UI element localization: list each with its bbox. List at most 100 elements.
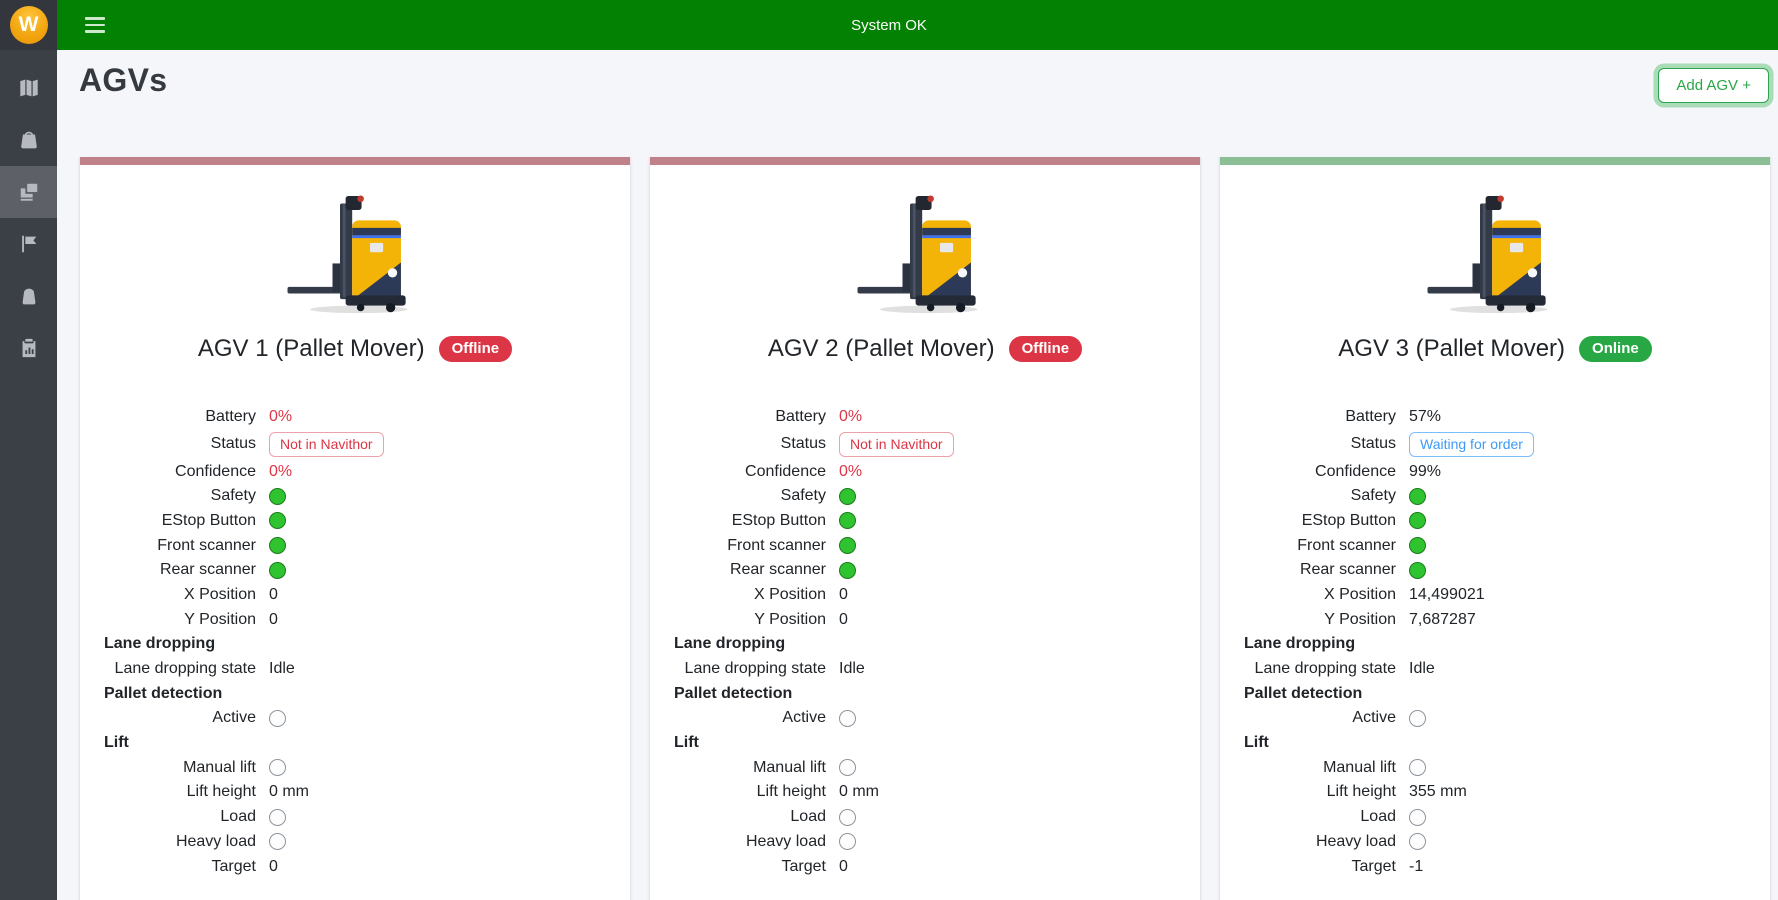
row-label: Load bbox=[1244, 808, 1396, 826]
detail-row: Safety bbox=[1220, 484, 1770, 509]
row-value: 99% bbox=[1409, 463, 1441, 481]
section-label: Lane dropping bbox=[104, 635, 215, 653]
status-dot-on bbox=[269, 512, 286, 529]
system-status-text: System OK bbox=[851, 17, 927, 34]
agv-card: AGV 3 (Pallet Mover) Online Battery57% Stat… bbox=[1219, 157, 1771, 900]
detail-row: Manual lift bbox=[650, 755, 1200, 780]
sidebar-item-missions[interactable] bbox=[0, 218, 57, 270]
detail-row: Manual lift bbox=[1220, 755, 1770, 780]
detail-row: Active bbox=[80, 706, 630, 731]
page-header: AGVs Add AGV + bbox=[57, 50, 1778, 103]
row-label: Lane dropping state bbox=[104, 660, 256, 678]
status-dot-on bbox=[1409, 488, 1426, 505]
section-label: Lift bbox=[1244, 734, 1269, 752]
row-label: Status bbox=[1244, 435, 1396, 453]
flag-icon bbox=[18, 233, 40, 255]
status-dot-off bbox=[1409, 833, 1426, 850]
row-value bbox=[269, 537, 286, 554]
detail-row: Battery0% bbox=[80, 405, 630, 430]
row-label: Confidence bbox=[674, 463, 826, 481]
detail-row: X Position0 bbox=[80, 583, 630, 608]
row-value bbox=[1409, 833, 1426, 850]
section-header: Lift bbox=[80, 731, 630, 756]
row-value: 0 bbox=[839, 586, 848, 604]
section-header: Pallet detection bbox=[1220, 681, 1770, 706]
detail-row: Active bbox=[1220, 706, 1770, 731]
status-dot-on bbox=[1409, 537, 1426, 554]
section-label: Pallet detection bbox=[674, 685, 792, 703]
section-header: Lane dropping bbox=[1220, 632, 1770, 657]
row-label: Heavy load bbox=[1244, 833, 1396, 851]
row-label: Safety bbox=[674, 487, 826, 505]
detail-row: Load bbox=[650, 805, 1200, 830]
row-value bbox=[269, 512, 286, 529]
agv-details-table: Battery57%StatusWaiting for orderConfide… bbox=[1220, 405, 1770, 879]
row-value: 0% bbox=[839, 463, 862, 481]
section-label: Pallet detection bbox=[1244, 685, 1362, 703]
row-value: 57% bbox=[1409, 408, 1441, 426]
detail-row: Battery57% bbox=[1220, 405, 1770, 430]
sidebar-item-reports[interactable] bbox=[0, 322, 57, 374]
row-label: Front scanner bbox=[1244, 537, 1396, 555]
row-value: 0 bbox=[269, 611, 278, 629]
detail-row: Front scanner bbox=[80, 533, 630, 558]
status-dot-on bbox=[269, 488, 286, 505]
row-label: Lane dropping state bbox=[1244, 660, 1396, 678]
app-logo[interactable]: W bbox=[0, 0, 57, 50]
row-value: 0% bbox=[269, 463, 292, 481]
detail-row: Heavy load bbox=[1220, 830, 1770, 855]
status-dot-off bbox=[1409, 809, 1426, 826]
row-label: Active bbox=[674, 709, 826, 727]
detail-row: Confidence 0% bbox=[650, 459, 1200, 484]
add-agv-button[interactable]: Add AGV + bbox=[1658, 68, 1769, 103]
row-label: Front scanner bbox=[104, 537, 256, 555]
row-label: Status bbox=[674, 435, 826, 453]
status-dot-off bbox=[1409, 710, 1426, 727]
agv-vehicle-image bbox=[80, 193, 630, 317]
detail-row: Y Position0 bbox=[80, 607, 630, 632]
agv-cards-row: AGV 1 (Pallet Mover)OfflineBattery0%Stat… bbox=[57, 157, 1778, 900]
row-label: Battery bbox=[104, 408, 256, 426]
map-icon bbox=[18, 77, 40, 99]
agv-title: AGV 3 (Pallet Mover) bbox=[1338, 335, 1565, 363]
page-title: AGVs bbox=[79, 62, 167, 99]
detail-row: Lane dropping stateIdle bbox=[80, 657, 630, 682]
row-label: Rear scanner bbox=[674, 561, 826, 579]
row-value bbox=[1409, 759, 1426, 776]
row-value bbox=[269, 488, 286, 505]
detail-row: Lift height0 mm bbox=[80, 780, 630, 805]
row-value: 355 mm bbox=[1409, 783, 1467, 801]
status-dot-off bbox=[269, 809, 286, 826]
card-title-row: AGV 3 (Pallet Mover) Online bbox=[1220, 335, 1770, 363]
sidebar-item-map[interactable] bbox=[0, 62, 57, 114]
status-dot-off bbox=[839, 833, 856, 850]
section-header: Lane dropping bbox=[80, 632, 630, 657]
menu-toggle-button[interactable] bbox=[81, 13, 109, 37]
sidebar-item-storage[interactable] bbox=[0, 114, 57, 166]
section-label: Pallet detection bbox=[104, 685, 222, 703]
status-dot-on bbox=[839, 562, 856, 579]
card-title-row: AGV 2 (Pallet Mover)Offline bbox=[650, 335, 1200, 363]
row-value: 0 bbox=[839, 858, 848, 876]
status-badge: Online bbox=[1579, 336, 1652, 363]
status-pill: Not in Navithor bbox=[839, 432, 954, 458]
row-label: X Position bbox=[674, 586, 826, 604]
row-label: Y Position bbox=[674, 611, 826, 629]
row-value bbox=[1409, 562, 1426, 579]
status-dot-off bbox=[1409, 759, 1426, 776]
sidebar bbox=[0, 50, 57, 900]
sidebar-item-agvs[interactable] bbox=[0, 166, 57, 218]
row-label: Lane dropping state bbox=[674, 660, 826, 678]
detail-row: X Position 0 bbox=[650, 583, 1200, 608]
topbar: W System OK bbox=[0, 0, 1778, 50]
sidebar-item-inventory[interactable] bbox=[0, 270, 57, 322]
detail-row: X Position14,499021 bbox=[1220, 583, 1770, 608]
section-header: Pallet detection bbox=[650, 681, 1200, 706]
section-header: Lane dropping bbox=[650, 632, 1200, 657]
row-label: Front scanner bbox=[674, 537, 826, 555]
row-value bbox=[1409, 710, 1426, 727]
package-icon bbox=[18, 285, 40, 307]
section-label: Lift bbox=[674, 734, 699, 752]
row-label: Lift height bbox=[674, 783, 826, 801]
row-value: 0 bbox=[269, 858, 278, 876]
